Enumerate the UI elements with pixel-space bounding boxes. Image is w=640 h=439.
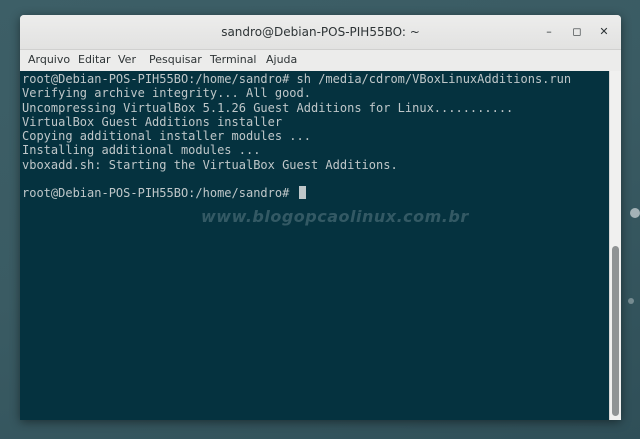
- menu-bar: Arquivo Editar Ver Pesquisar Terminal Aj…: [20, 50, 621, 71]
- terminal-window: sandro@Debian-POS-PIH55BO: ~ – ◻ ✕ Arqui…: [20, 15, 621, 420]
- window-title: sandro@Debian-POS-PIH55BO: ~: [221, 25, 420, 39]
- scrollbar[interactable]: [609, 71, 621, 420]
- terminal-line: vboxadd.sh: Starting the VirtualBox Gues…: [22, 157, 398, 172]
- terminal-line: Copying additional installer modules ...: [22, 129, 311, 144]
- terminal-line: Installing additional modules ...: [22, 143, 261, 158]
- menu-ajuda[interactable]: Ajuda: [266, 53, 297, 66]
- terminal-line: VirtualBox Guest Additions installer: [22, 114, 283, 129]
- menu-ver[interactable]: Ver: [118, 53, 136, 66]
- maximize-icon[interactable]: ◻: [568, 23, 586, 41]
- menu-terminal[interactable]: Terminal: [210, 53, 257, 66]
- menu-arquivo[interactable]: Arquivo: [28, 53, 70, 66]
- text-cursor: [298, 186, 306, 200]
- watermark: www.blogopcaolinux.com.br: [201, 207, 469, 226]
- terminal-prompt-line: root@Debian-POS-PIH55BO:/home/sandro#: [22, 186, 571, 200]
- menu-editar[interactable]: Editar: [78, 53, 111, 66]
- desktop-decoration: [630, 208, 640, 218]
- scrollbar-thumb[interactable]: [612, 246, 619, 416]
- terminal-line: Uncompressing VirtualBox 5.1.26 Guest Ad…: [22, 100, 514, 115]
- menu-pesquisar[interactable]: Pesquisar: [149, 53, 202, 66]
- desktop-decoration: [628, 298, 634, 304]
- close-icon[interactable]: ✕: [595, 23, 613, 41]
- terminal-line: Verifying archive integrity... All good.: [22, 86, 311, 101]
- terminal-line: root@Debian-POS-PIH55BO:/home/sandro# sh…: [22, 72, 572, 86]
- terminal-prompt: root@Debian-POS-PIH55BO:/home/sandro#: [22, 186, 297, 201]
- terminal-output[interactable]: root@Debian-POS-PIH55BO:/home/sandro# sh…: [20, 71, 610, 420]
- minimize-icon[interactable]: –: [540, 23, 558, 41]
- terminal-lines: root@Debian-POS-PIH55BO:/home/sandro# sh…: [22, 72, 571, 201]
- title-bar[interactable]: sandro@Debian-POS-PIH55BO: ~ – ◻ ✕: [20, 15, 621, 50]
